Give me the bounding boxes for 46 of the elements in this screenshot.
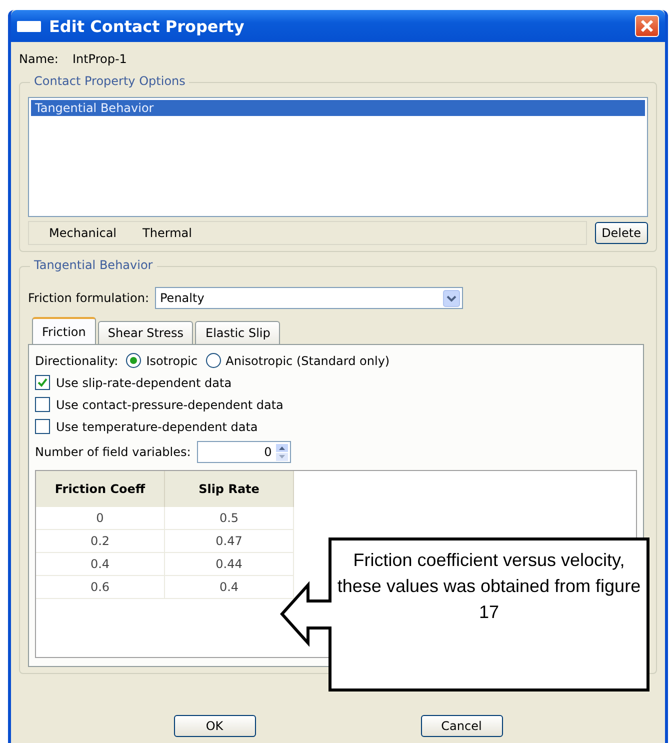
spinner-arrows-icon[interactable] [276, 444, 288, 460]
tab[interactable]: Shear Stress [98, 321, 194, 344]
checkbox[interactable] [35, 397, 50, 412]
delete-button[interactable]: Delete [594, 222, 648, 244]
table-cell: 0.6 [36, 576, 164, 598]
table-cell: 0.4 [164, 576, 294, 598]
number-spinner[interactable]: 0 [196, 441, 291, 463]
tab[interactable]: Elastic Slip [195, 321, 280, 344]
column-header: Friction Coeff [36, 471, 164, 507]
tab[interactable]: Friction [32, 317, 96, 344]
field-label: Number of field variables: [35, 445, 191, 459]
radio-button[interactable] [126, 353, 142, 368]
checkbox[interactable] [35, 419, 50, 434]
menu-item[interactable]: Mechanical [49, 226, 117, 240]
name-label: Name: [19, 52, 58, 66]
checkbox-label: Use contact-pressure-dependent data [56, 398, 284, 412]
callout-text: Friction coefficient versus velocity, these values was obtained from figure 17 [336, 549, 642, 624]
table-cell: 0.4 [36, 552, 164, 576]
table-cell: 0.44 [164, 552, 294, 576]
list-item[interactable]: Tangential Behavior [31, 100, 645, 116]
checkbox-label: Use temperature-dependent data [56, 420, 258, 434]
menu-item[interactable]: Thermal [142, 226, 192, 240]
column-header: Slip Rate [164, 471, 294, 507]
checkbox-label: Use slip-rate-dependent data [56, 376, 232, 390]
close-icon [640, 19, 654, 33]
checkbox[interactable] [35, 375, 50, 390]
ok-button[interactable]: OK [174, 715, 256, 737]
chevron-down-icon [443, 290, 460, 306]
name-value: IntProp-1 [72, 52, 127, 66]
field-label: Friction formulation: [28, 291, 149, 305]
window-title: Edit Contact Property [49, 16, 246, 36]
radio-button[interactable] [206, 353, 221, 368]
table-cell: 0 [36, 507, 164, 530]
close-button[interactable] [635, 15, 659, 37]
options-list[interactable]: Tangential Behavior [28, 97, 648, 217]
radio-label: Anisotropic (Standard only) [226, 354, 390, 368]
table-cell: 0.47 [164, 530, 294, 552]
table-cell: 0.5 [164, 507, 294, 530]
window-icon [17, 20, 41, 32]
group-title: Tangential Behavior [34, 258, 153, 272]
radio-label: Isotropic [146, 354, 198, 368]
field-label: Directionality: [35, 354, 118, 368]
group-title: Contact Property Options [34, 74, 186, 88]
formulation-dropdown[interactable]: Penalty [155, 287, 463, 309]
table-cell: 0.2 [36, 530, 164, 552]
cancel-button[interactable]: Cancel [420, 715, 502, 737]
